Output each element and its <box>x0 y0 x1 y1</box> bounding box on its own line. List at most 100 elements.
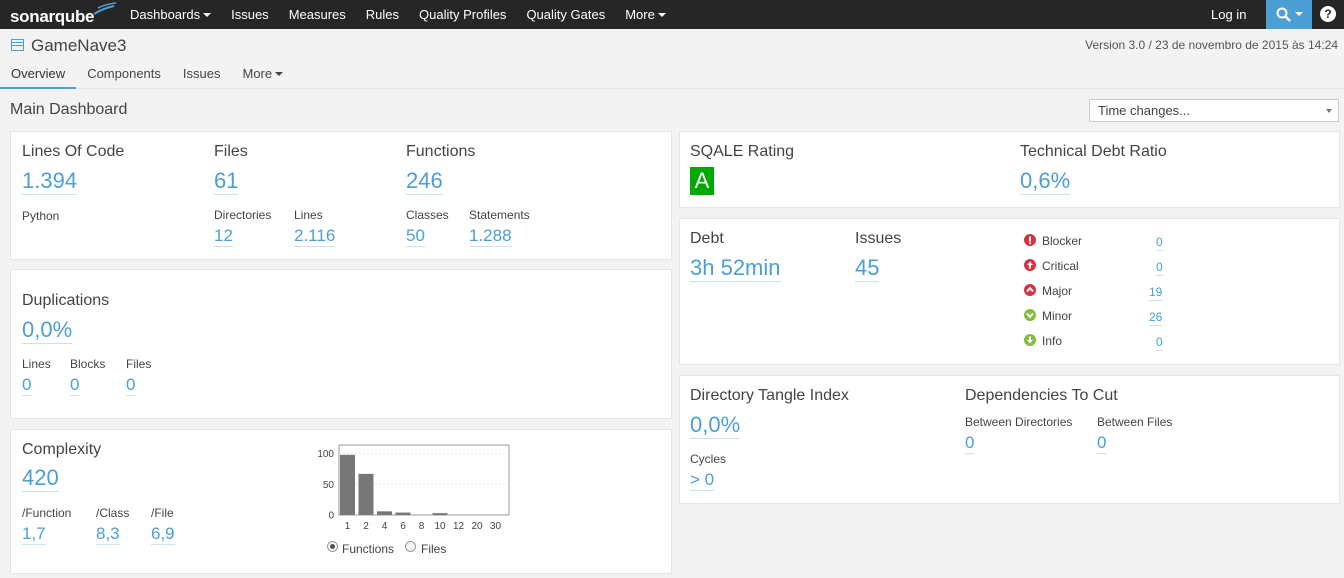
duplications-widget: Duplications 0,0% Lines 0 Blocks 0 Files… <box>10 269 672 419</box>
login-link[interactable]: Log in <box>1211 7 1246 22</box>
loc-value[interactable]: 1.394 <box>22 168 78 195</box>
classes-label: Classes <box>406 208 449 222</box>
top-navbar: sonarqube Dashboards Issues Measures Rul… <box>0 0 1344 29</box>
search-button[interactable] <box>1266 0 1312 29</box>
time-changes-select[interactable]: Time changes... <box>1089 99 1339 122</box>
project-version: Version 3.0 / 23 de novembro de 2015 às … <box>1085 38 1338 52</box>
files-label: Files <box>214 143 248 160</box>
chart-x-tick-label: 6 <box>400 521 406 532</box>
dup-blocks-value[interactable]: 0 <box>70 375 80 396</box>
chart-bar <box>340 454 355 515</box>
loc-label: Lines Of Code <box>22 143 125 160</box>
cycles-value[interactable]: > 0 <box>690 470 715 491</box>
files-value[interactable]: 61 <box>214 168 239 195</box>
project-header: GameNave3 Version 3.0 / 23 de novembro d… <box>0 29 1344 89</box>
project-name[interactable]: GameNave3 <box>31 36 126 56</box>
design-widget: Directory Tangle Index 0,0% Cycles > 0 D… <box>679 375 1340 504</box>
tab-more[interactable]: More <box>231 66 294 89</box>
minor-icon <box>1024 309 1036 321</box>
between-files-value[interactable]: 0 <box>1097 433 1107 454</box>
critical-icon <box>1024 259 1036 271</box>
chevron-down-icon <box>1295 12 1303 16</box>
major-icon <box>1024 284 1036 296</box>
tdr-label: Technical Debt Ratio <box>1020 143 1167 160</box>
chart-bar <box>432 513 448 515</box>
nav-quality-profiles[interactable]: Quality Profiles <box>409 0 516 29</box>
per-class-value[interactable]: 8,3 <box>96 524 120 545</box>
critical-count[interactable]: 0 <box>1156 260 1163 276</box>
statements-value[interactable]: 1.288 <box>469 226 512 247</box>
deps-to-cut-label: Dependencies To Cut <box>965 387 1118 404</box>
issues-value[interactable]: 45 <box>855 255 880 282</box>
dup-lines-value[interactable]: 0 <box>22 375 32 396</box>
lines-value[interactable]: 2.116 <box>294 226 336 247</box>
chart-x-tick-label: 1 <box>345 521 351 532</box>
critical-label: Critical <box>1042 259 1079 273</box>
info-label: Info <box>1042 334 1063 348</box>
per-file-label: /File <box>151 506 174 520</box>
language-label: Python <box>22 209 60 223</box>
between-dirs-label: Between Directories <box>965 415 1073 429</box>
chart-x-tick-label: 8 <box>419 521 425 532</box>
functions-value[interactable]: 246 <box>406 168 443 195</box>
nav-dashboards[interactable]: Dashboards <box>120 0 221 29</box>
tab-issues[interactable]: Issues <box>172 66 232 89</box>
nav-measures[interactable]: Measures <box>279 0 356 29</box>
logo-text: sonarqube <box>10 7 95 26</box>
per-function-label: /Function <box>22 506 72 520</box>
logo-waves-icon <box>93 2 117 15</box>
tdr-value[interactable]: 0,6% <box>1020 168 1071 195</box>
chart-x-tick-label: 2 <box>363 521 369 532</box>
chart-x-tick-label: 4 <box>382 521 388 532</box>
duplications-label: Duplications <box>22 292 110 309</box>
search-icon <box>1276 7 1291 22</box>
dashboard-title: Main Dashboard <box>10 101 128 118</box>
directories-label: Directories <box>214 208 272 222</box>
dup-files-label: Files <box>126 357 152 371</box>
radio-files[interactable] <box>405 541 416 552</box>
nav-more[interactable]: More <box>615 0 676 29</box>
chart-bar <box>377 511 392 515</box>
chart-y-tick-label: 0 <box>328 511 334 522</box>
per-function-value[interactable]: 1,7 <box>22 524 46 545</box>
nav-quality-gates[interactable]: Quality Gates <box>516 0 615 29</box>
dup-lines-label: Lines <box>22 357 51 371</box>
statements-label: Statements <box>469 208 530 222</box>
per-file-value[interactable]: 6,9 <box>151 524 175 545</box>
debt-value[interactable]: 3h 52min <box>690 255 781 282</box>
lines-label: Lines <box>294 208 323 222</box>
complexity-label: Complexity <box>22 441 102 458</box>
dup-files-value[interactable]: 0 <box>126 375 136 396</box>
minor-count[interactable]: 26 <box>1149 310 1163 326</box>
nav-dashboards-label: Dashboards <box>130 7 201 22</box>
functions-label: Functions <box>406 143 476 160</box>
duplications-value[interactable]: 0,0% <box>22 317 73 344</box>
complexity-widget: Complexity 420 /Function 1,7 /Class 8,3 … <box>10 429 672 574</box>
nav-rules[interactable]: Rules <box>356 0 409 29</box>
chart-x-tick-label: 30 <box>490 521 502 532</box>
tab-components[interactable]: Components <box>76 66 172 89</box>
complexity-value[interactable]: 420 <box>22 465 59 492</box>
major-count[interactable]: 19 <box>1149 285 1163 301</box>
sqale-rating-badge[interactable]: A <box>690 167 714 195</box>
sqale-widget: SQALE Rating A Technical Debt Ratio 0,6% <box>679 131 1340 208</box>
chevron-down-icon <box>657 13 666 17</box>
radio-files-label: Files <box>421 542 447 556</box>
dti-value[interactable]: 0,0% <box>690 412 741 439</box>
directories-value[interactable]: 12 <box>214 226 233 247</box>
project-icon <box>11 39 24 51</box>
complexity-distribution-chart: 0501001 2 4 6 8 10 12 20 30 <box>317 444 510 532</box>
chevron-down-icon <box>275 72 284 76</box>
info-count[interactable]: 0 <box>1156 335 1163 351</box>
radio-functions[interactable] <box>327 541 338 552</box>
help-button[interactable]: ? <box>1320 6 1336 22</box>
tab-overview[interactable]: Overview <box>0 66 77 89</box>
time-changes-value: Time changes... <box>1098 103 1191 118</box>
dup-blocks-label: Blocks <box>70 357 106 371</box>
chart-y-tick-label: 100 <box>317 449 334 460</box>
classes-value[interactable]: 50 <box>406 226 425 247</box>
between-dirs-value[interactable]: 0 <box>965 433 975 454</box>
blocker-count[interactable]: 0 <box>1156 235 1163 251</box>
radio-functions-label: Functions <box>342 542 395 556</box>
nav-issues[interactable]: Issues <box>221 0 279 29</box>
